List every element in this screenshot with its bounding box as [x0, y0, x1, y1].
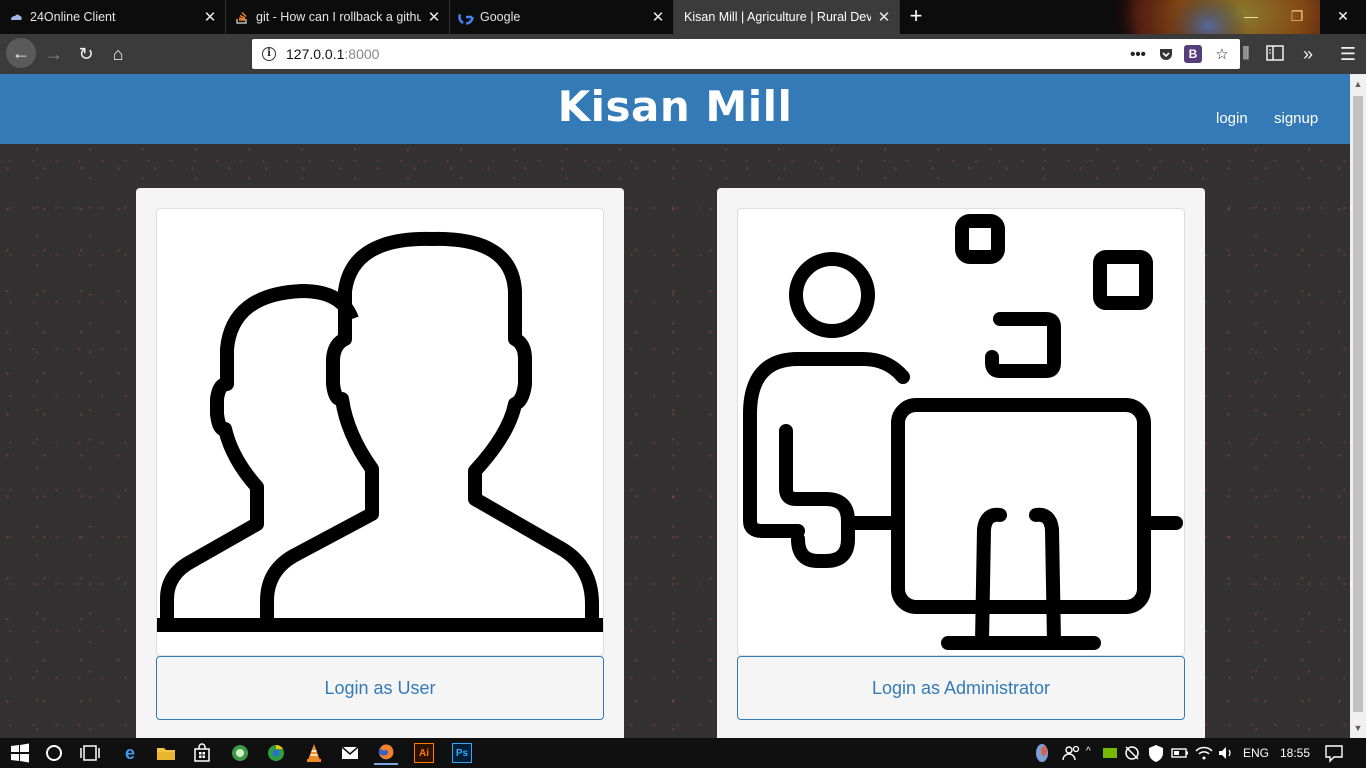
url-host: 127.0.0.1 — [286, 46, 345, 62]
two-users-icon — [157, 231, 603, 632]
site-title[interactable]: Kisan Mill — [0, 82, 1350, 131]
store-icon[interactable] — [190, 741, 214, 765]
home-icon[interactable]: ⌂ — [104, 40, 132, 68]
google-icon — [458, 9, 474, 25]
site-header: Kisan Mill login signup — [0, 74, 1350, 144]
page-viewport: Kisan Mill login signup Login as User Lo… — [0, 74, 1350, 738]
login-link[interactable]: login — [1216, 110, 1248, 127]
bootstrap-extension-icon[interactable]: B — [1184, 45, 1202, 63]
tab-git[interactable]: git - How can I rollback a github ✕ — [226, 0, 450, 34]
close-window-button[interactable]: ✕ — [1320, 0, 1366, 34]
admin-computer-icon — [743, 214, 1183, 650]
wifi-icon[interactable] — [1192, 741, 1216, 765]
file-explorer-icon[interactable] — [154, 741, 178, 765]
close-icon[interactable]: ✕ — [203, 8, 217, 26]
card-image — [156, 208, 604, 656]
url-actions: ••• B ☆ — [1128, 39, 1232, 69]
nvidia-icon[interactable] — [1098, 741, 1122, 765]
language-indicator[interactable]: ENG — [1243, 746, 1269, 760]
cloud-icon — [11, 14, 22, 20]
card-image — [737, 208, 1185, 656]
user-login-card: Login as User — [136, 188, 624, 738]
notifications-icon[interactable] — [1322, 741, 1346, 765]
tab-24online[interactable]: 24Online Client ✕ — [0, 0, 226, 34]
signup-link[interactable]: signup — [1274, 110, 1318, 127]
tab-kisan-mill[interactable]: Kisan Mill | Agriculture | Rural Deve ✕ — [674, 0, 900, 34]
new-tab-button[interactable]: + — [904, 5, 928, 29]
navigation-toolbar: ← → ↻ ⌂ i 127.0.0.1:8000 ••• B ☆ ⫼ » ☰ — [0, 34, 1366, 74]
scroll-down-icon[interactable]: ▼ — [1350, 720, 1366, 736]
tab-title: Kisan Mill | Agriculture | Rural Deve — [684, 10, 871, 24]
url-bar[interactable]: i 127.0.0.1:8000 ••• B ☆ — [252, 39, 1240, 69]
url-port: :8000 — [344, 46, 380, 62]
mail-icon[interactable] — [338, 741, 362, 765]
login-as-user-button[interactable]: Login as User — [156, 656, 604, 720]
tab-google[interactable]: Google ✕ — [450, 0, 674, 34]
library-icon[interactable]: ⫼ — [1232, 40, 1260, 68]
bookmark-star-icon[interactable]: ☆ — [1212, 45, 1232, 63]
close-icon[interactable]: ✕ — [877, 8, 891, 26]
tab-title: git - How can I rollback a github — [256, 10, 421, 24]
scrollbar-thumb[interactable] — [1353, 96, 1363, 712]
windows-start-icon[interactable] — [8, 741, 32, 765]
page-scrollbar[interactable]: ▲ ▼ — [1350, 74, 1366, 738]
restore-button[interactable]: ❐ — [1274, 0, 1320, 34]
tray-expand-icon[interactable]: ^ — [1086, 746, 1091, 757]
stackoverflow-icon — [236, 11, 247, 24]
overflow-icon[interactable]: » — [1294, 40, 1322, 68]
task-view-icon[interactable] — [78, 741, 102, 765]
defender-icon[interactable] — [1144, 741, 1168, 765]
app-icon[interactable] — [228, 741, 252, 765]
battery-icon[interactable] — [1168, 741, 1192, 765]
tab-title: 24Online Client — [30, 10, 116, 24]
firefox-icon[interactable] — [374, 741, 398, 765]
tray-app-icon[interactable] — [1030, 741, 1054, 765]
sidebar-icon[interactable] — [1266, 45, 1284, 61]
tab-title: Google — [480, 10, 521, 24]
info-icon[interactable]: i — [262, 47, 276, 61]
photoshop-icon[interactable]: Ps — [452, 743, 472, 763]
vlc-icon[interactable] — [302, 741, 326, 765]
illustrator-icon[interactable]: Ai — [414, 743, 434, 763]
back-icon[interactable]: ← — [6, 38, 36, 68]
close-icon[interactable]: ✕ — [427, 8, 441, 26]
page-actions-icon[interactable]: ••• — [1128, 46, 1148, 63]
login-as-administrator-button[interactable]: Login as Administrator — [737, 656, 1185, 720]
clock[interactable]: 18:55 — [1280, 746, 1310, 760]
connection-icon[interactable] — [1120, 741, 1144, 765]
admin-login-card: Login as Administrator — [717, 188, 1205, 738]
chrome-like-icon[interactable] — [264, 741, 288, 765]
pocket-icon[interactable] — [1158, 46, 1174, 62]
forward-icon[interactable]: → — [40, 40, 68, 68]
close-icon[interactable]: ✕ — [651, 8, 665, 26]
people-icon[interactable] — [1060, 741, 1084, 765]
volume-icon[interactable] — [1214, 741, 1238, 765]
windows-taskbar: e Ai Ps ^ ENG 18:55 — [0, 738, 1366, 768]
cortana-icon[interactable] — [42, 741, 66, 765]
menu-icon[interactable]: ☰ — [1334, 40, 1362, 68]
edge-icon[interactable]: e — [118, 741, 142, 765]
minimize-button[interactable]: — — [1228, 0, 1274, 34]
scroll-up-icon[interactable]: ▲ — [1350, 76, 1366, 92]
reload-icon[interactable]: ↻ — [72, 40, 100, 68]
tab-strip: 24Online Client ✕ git - How can I rollba… — [0, 0, 1366, 34]
